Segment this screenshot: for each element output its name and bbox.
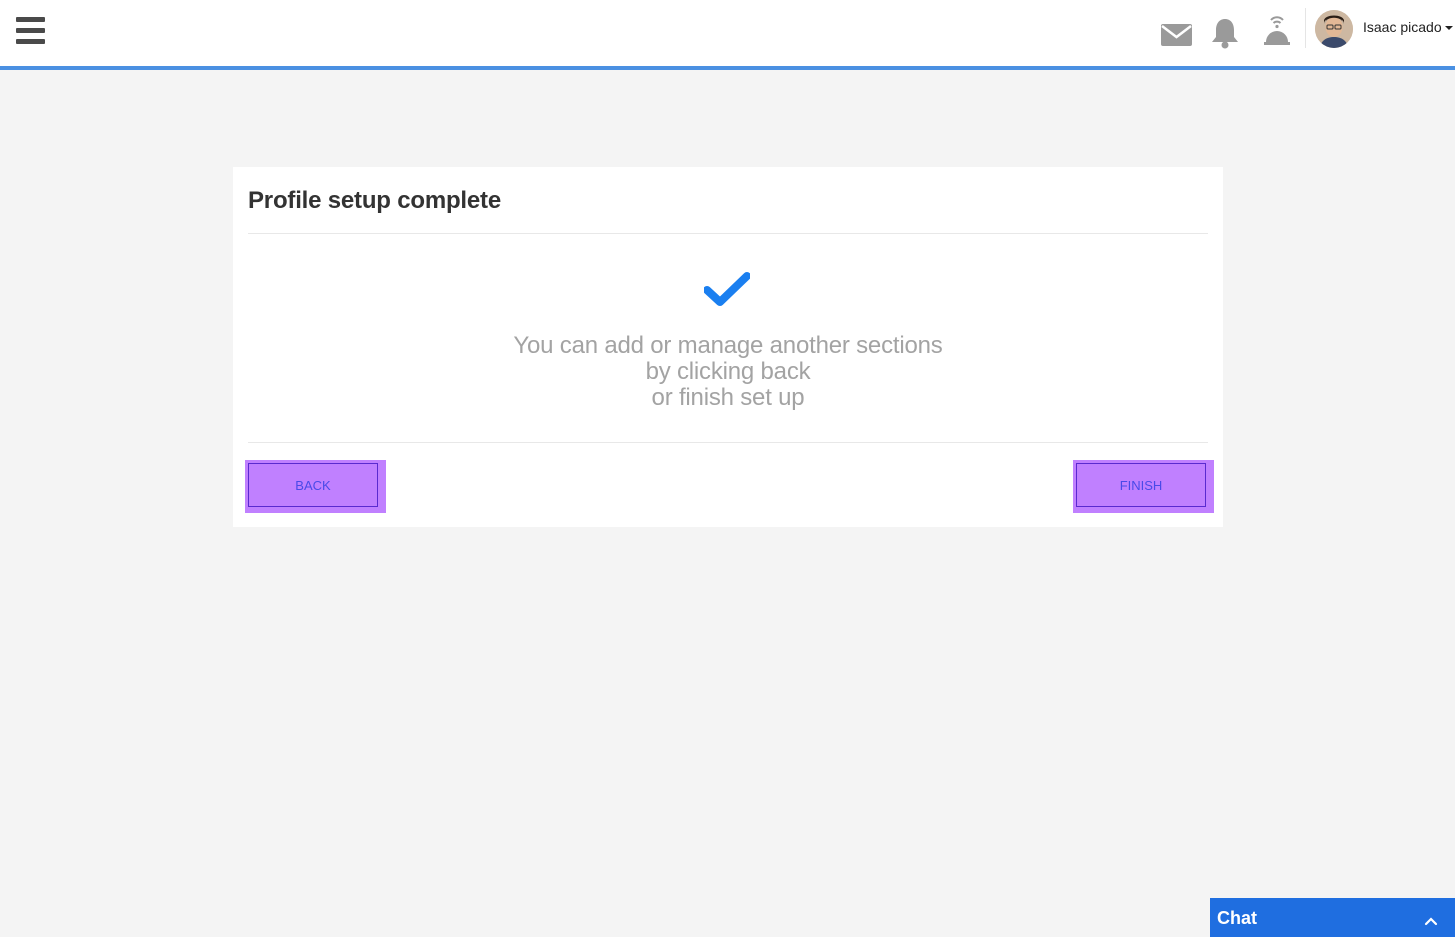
- caret-down-icon: [1444, 26, 1453, 31]
- back-button[interactable]: BACK: [248, 463, 378, 507]
- user-menu-dropdown[interactable]: Isaac picado: [1363, 19, 1453, 35]
- back-button-highlight: BACK: [245, 460, 386, 513]
- finish-button-highlight: FINISH: [1073, 460, 1214, 513]
- chevron-up-icon[interactable]: [1423, 914, 1439, 926]
- title-divider: [248, 233, 1208, 234]
- finish-button[interactable]: FINISH: [1076, 463, 1206, 507]
- checkmark-icon: [703, 272, 751, 308]
- user-name: Isaac picado: [1363, 19, 1442, 35]
- message-line-2: by clicking back: [645, 358, 811, 385]
- mail-icon[interactable]: [1161, 24, 1192, 46]
- header-divider: [1305, 8, 1306, 48]
- message-line-3: or finish set up: [651, 384, 805, 411]
- page-title: Profile setup complete: [248, 187, 501, 214]
- footer-divider: [248, 442, 1208, 443]
- setup-complete-card: Profile setup complete You can add or ma…: [233, 167, 1223, 527]
- completion-message: You can add or manage another sections b…: [233, 333, 1223, 411]
- hamburger-menu-icon[interactable]: [16, 17, 46, 46]
- bell-icon[interactable]: [1210, 17, 1240, 49]
- chat-label: Chat: [1217, 908, 1257, 928]
- avatar[interactable]: [1315, 10, 1353, 48]
- top-navbar: Isaac picado: [0, 0, 1455, 70]
- chat-widget[interactable]: Chat: [1210, 898, 1455, 937]
- message-line-1: You can add or manage another sections: [513, 332, 943, 359]
- service-bell-signal-icon[interactable]: [1262, 14, 1292, 47]
